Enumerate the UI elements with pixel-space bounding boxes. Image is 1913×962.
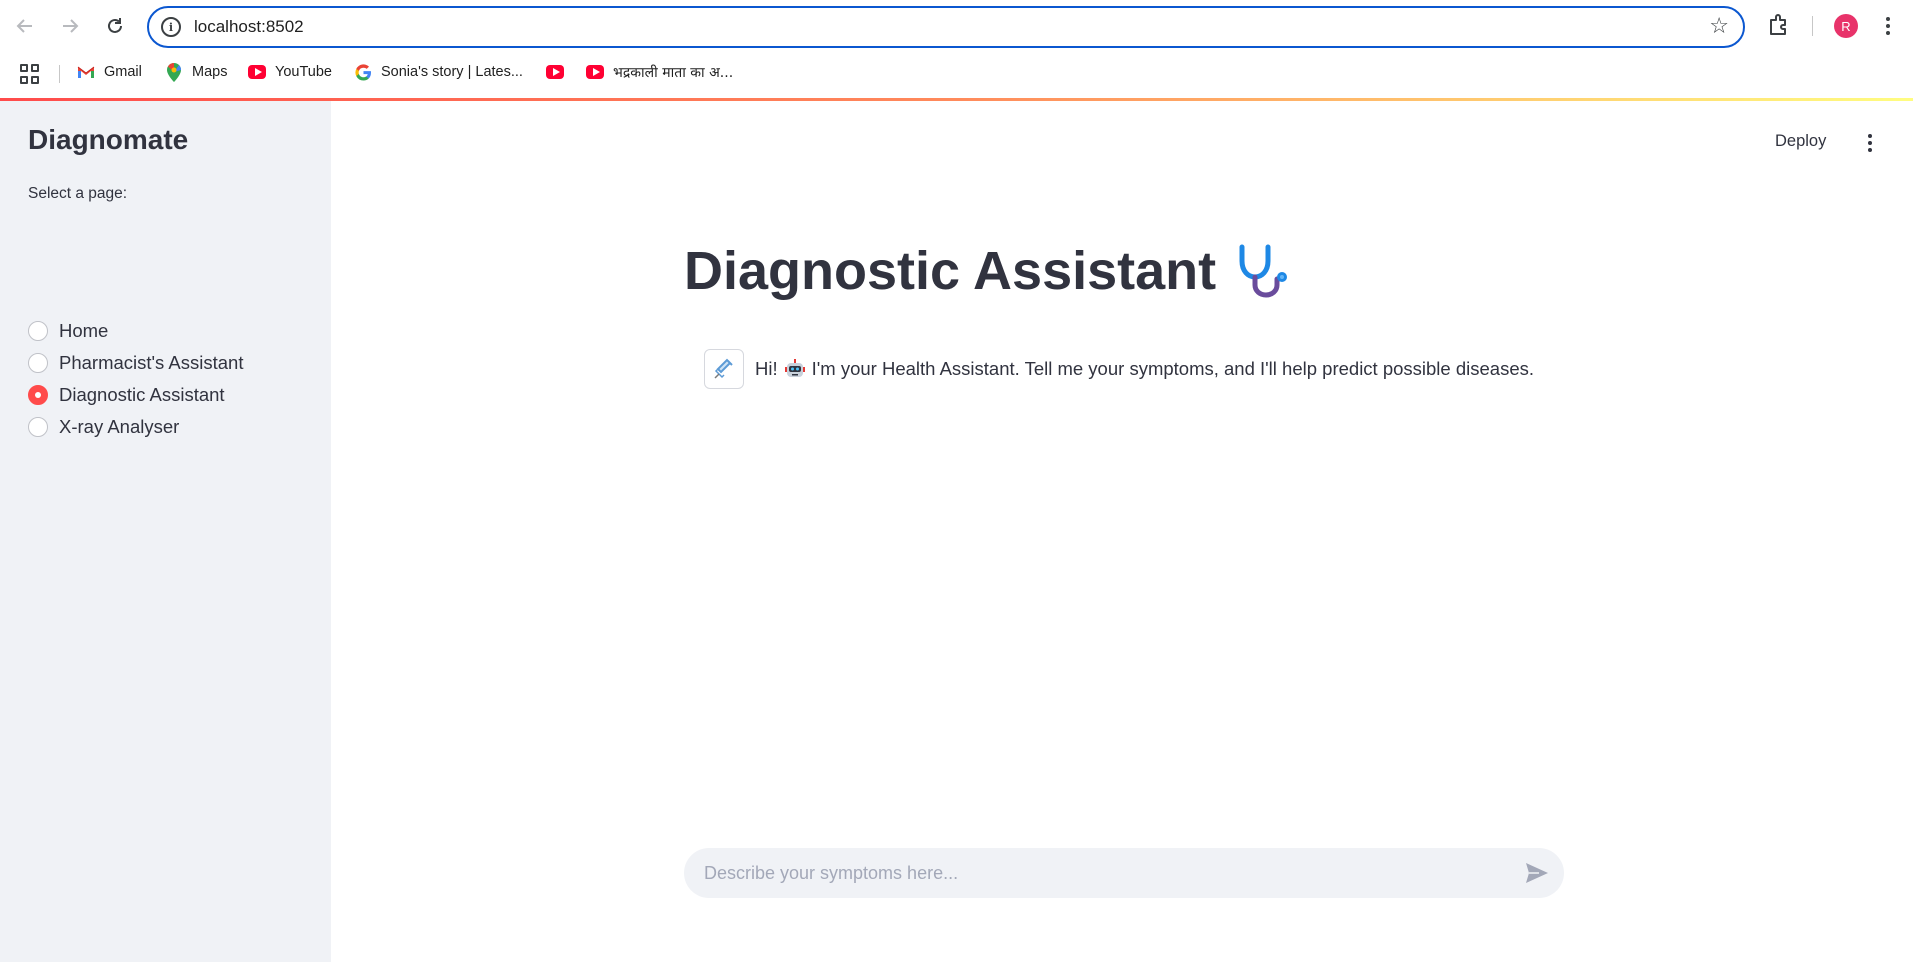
app-menu-button[interactable] <box>1860 128 1880 158</box>
send-button[interactable] <box>1524 861 1550 885</box>
page-title-text: Diagnostic Assistant <box>684 241 1217 301</box>
radio-option-xray[interactable]: X-ray Analyser <box>28 414 179 440</box>
radio-label: Pharmacist's Assistant <box>59 352 244 373</box>
bookmark-label: Maps <box>192 64 228 80</box>
sidebar <box>0 101 331 962</box>
google-icon <box>354 63 372 81</box>
bookmark-label: YouTube <box>275 64 332 80</box>
browser-menu-button[interactable] <box>1878 12 1898 40</box>
browser-toolbar: i localhost:8502 ☆ R <box>0 0 1913 52</box>
greeting-text: Hi! <box>755 358 778 379</box>
radio-label: Home <box>59 320 109 341</box>
reload-icon <box>108 18 122 33</box>
apps-grid-icon[interactable] <box>20 64 40 84</box>
assistant-avatar <box>704 349 744 389</box>
browser-chrome: i localhost:8502 ☆ R Gmail Maps YouTube … <box>0 0 1913 99</box>
page-select-label: Select a page: <box>28 185 128 202</box>
bookmark-gmail[interactable]: Gmail <box>77 60 142 84</box>
url-text[interactable]: localhost:8502 <box>194 17 304 37</box>
youtube-icon <box>586 63 604 81</box>
address-bar[interactable]: i localhost:8502 ☆ <box>147 6 1745 48</box>
robot-icon <box>784 359 805 377</box>
maps-icon <box>165 62 183 82</box>
bookmark-maps[interactable]: Maps <box>165 60 227 84</box>
arrow-right-icon <box>63 19 79 33</box>
radio-button[interactable] <box>28 321 48 341</box>
send-icon <box>1526 863 1548 883</box>
radio-option-pharmacist[interactable]: Pharmacist's Assistant <box>28 350 244 376</box>
profile-avatar[interactable]: R <box>1834 14 1858 38</box>
bookmark-label: Gmail <box>104 64 142 80</box>
page-title: Diagnostic Assistant <box>684 240 1292 302</box>
radio-button[interactable] <box>28 353 48 373</box>
youtube-icon <box>546 63 564 81</box>
reload-button[interactable] <box>99 10 131 42</box>
bookmarks-bar: Gmail Maps YouTube Sonia's story | Lates… <box>0 56 1913 88</box>
syringe-icon <box>714 358 733 379</box>
youtube-icon <box>248 63 266 81</box>
radio-button[interactable] <box>28 417 48 437</box>
chat-message: Hi! I'm your Health Assistant. Tell me y… <box>704 349 1534 389</box>
arrow-left-icon <box>16 19 32 33</box>
chat-input-container <box>684 848 1564 898</box>
radio-label: Diagnostic Assistant <box>59 384 225 405</box>
back-button[interactable] <box>9 10 41 42</box>
radio-button-selected[interactable] <box>28 385 48 405</box>
bookmark-youtube-bhadrakali[interactable]: भद्रकाली माता का अ... <box>586 60 733 84</box>
site-info-icon[interactable]: i <box>161 17 181 37</box>
bookmark-google-story[interactable]: Sonia's story | Lates... <box>354 60 523 84</box>
bookmarks-divider <box>59 65 60 83</box>
gmail-icon <box>77 63 95 81</box>
more-vertical-icon <box>1886 17 1890 35</box>
sidebar-title: Diagnomate <box>28 124 189 155</box>
bookmark-youtube[interactable]: YouTube <box>248 60 332 84</box>
more-vertical-icon <box>1868 134 1872 152</box>
radio-option-home[interactable]: Home <box>28 318 108 344</box>
radio-label: X-ray Analyser <box>59 416 180 437</box>
forward-button[interactable] <box>54 10 86 42</box>
symptoms-input[interactable] <box>704 848 1504 898</box>
bookmark-label: Sonia's story | Lates... <box>381 64 523 80</box>
bookmark-youtube-2[interactable] <box>546 60 564 84</box>
chat-message-text: Hi! I'm your Health Assistant. Tell me y… <box>755 358 1534 380</box>
deploy-button[interactable]: Deploy <box>1775 132 1826 151</box>
toolbar-divider <box>1812 16 1813 36</box>
message-body-text: I'm your Health Assistant. Tell me your … <box>811 358 1535 379</box>
radio-option-diagnostic[interactable]: Diagnostic Assistant <box>28 382 225 408</box>
bookmark-star-icon[interactable]: ☆ <box>1709 14 1729 39</box>
extensions-button[interactable] <box>1766 12 1792 38</box>
main-content <box>331 101 1913 962</box>
puzzle-icon <box>1770 14 1786 35</box>
bookmark-label: भद्रकाली माता का अ... <box>613 64 734 81</box>
stethoscope-icon <box>1239 244 1288 298</box>
